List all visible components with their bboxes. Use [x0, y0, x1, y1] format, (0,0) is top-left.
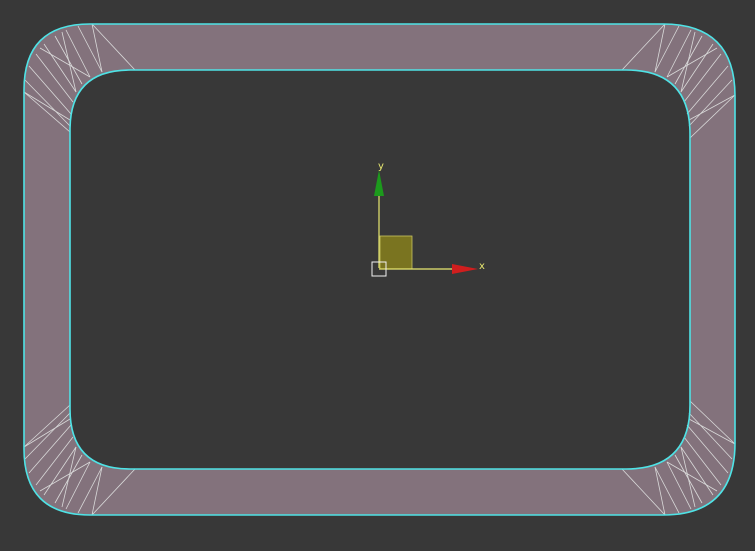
- viewport-scene[interactable]: y x: [0, 0, 755, 551]
- viewport-3d[interactable]: y x: [0, 0, 755, 551]
- y-axis-label: y: [378, 161, 384, 172]
- x-axis-label: x: [479, 261, 485, 272]
- y-axis-arrow-icon[interactable]: [374, 170, 384, 196]
- xy-plane-handle[interactable]: [379, 235, 413, 270]
- x-axis-arrow-icon[interactable]: [452, 264, 478, 274]
- transform-gizmo[interactable]: y x: [371, 161, 485, 277]
